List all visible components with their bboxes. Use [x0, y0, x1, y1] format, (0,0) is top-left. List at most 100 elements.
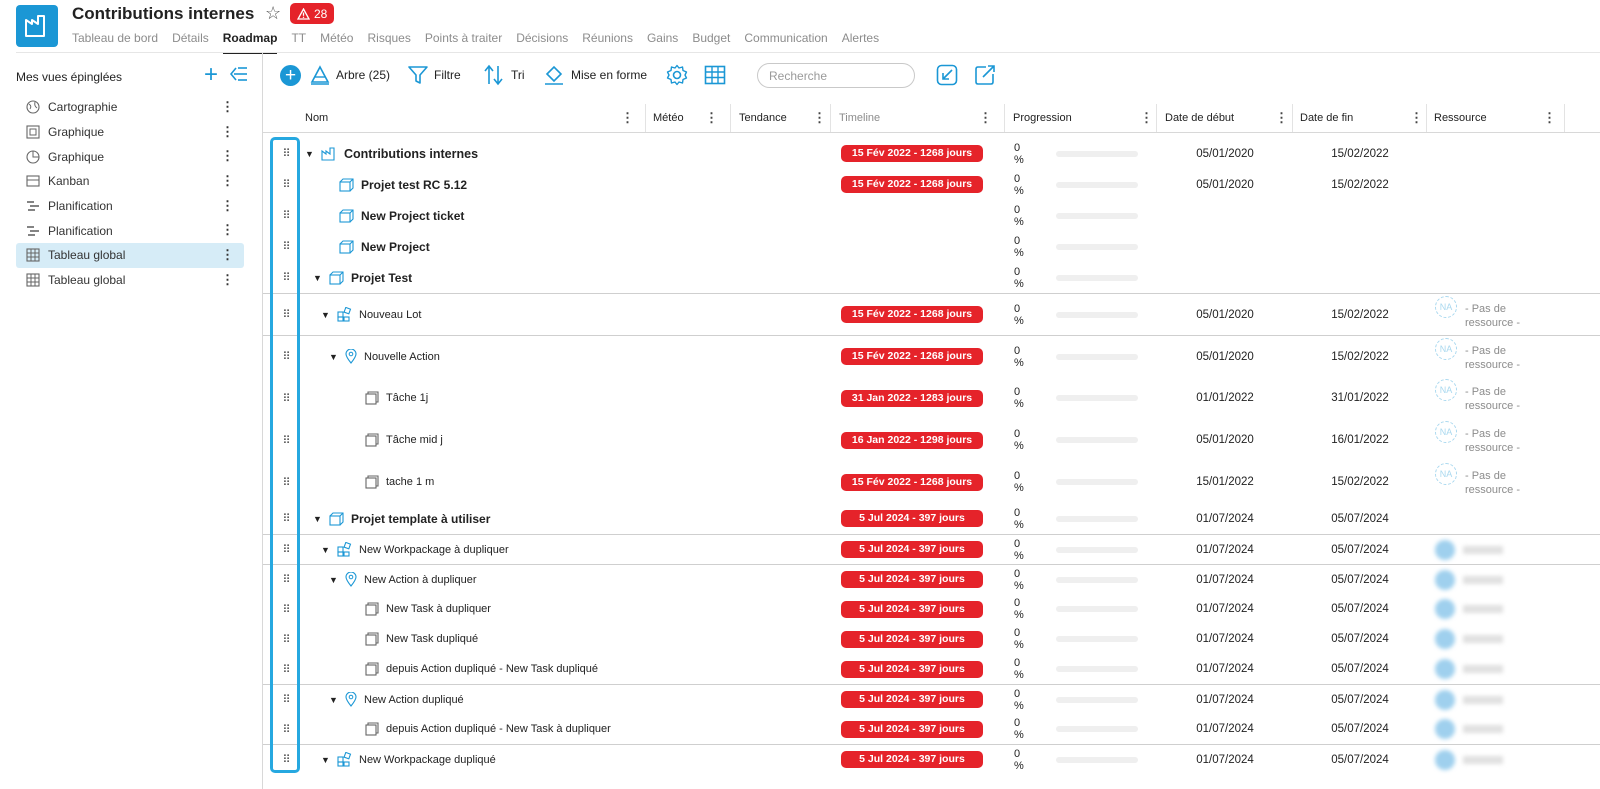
tab-budget[interactable]: Budget: [692, 31, 730, 49]
column-header-date-fin[interactable]: Date de fin ⋮: [1300, 104, 1428, 132]
row-name-cell[interactable]: ▼ Nouveau Lot: [321, 294, 421, 335]
sidebar-item-planification[interactable]: Planification ⋮: [16, 218, 244, 243]
resource-cell[interactable]: [1435, 570, 1503, 590]
table-row[interactable]: ⠿ ▼ Nouveau Lot 15 Fév 2022 - 1268 jours 0 %…: [263, 293, 1600, 335]
resource-cell[interactable]: NA - Pas de ressource -: [1435, 463, 1555, 497]
more-options-icon[interactable]: ⋮: [221, 173, 234, 189]
timeline-badge[interactable]: 16 Jan 2022 - 1298 jours: [841, 431, 983, 449]
drag-handle-icon[interactable]: ⠿: [279, 654, 293, 684]
row-name-cell[interactable]: ▼ New Action dupliqué: [329, 685, 464, 714]
alert-badge[interactable]: 28: [290, 3, 335, 24]
filter-button[interactable]: Filtre: [408, 60, 461, 90]
more-options-icon[interactable]: ⋮: [221, 124, 234, 140]
row-name-cell[interactable]: ▼ Contributions internes: [305, 138, 478, 169]
drag-handle-icon[interactable]: ⠿: [279, 294, 293, 335]
sidebar-item-tableau-global[interactable]: Tableau global ⋮: [16, 268, 244, 293]
add-view-icon[interactable]: +: [204, 63, 218, 87]
table-row[interactable]: ⠿ ▼ New Workpackage dupliqué 5 Jul 2024 - 3…: [263, 744, 1600, 774]
table-view-button[interactable]: [704, 60, 726, 90]
row-name-cell[interactable]: ▼ Projet Test: [313, 262, 412, 293]
timeline-badge[interactable]: 15 Fév 2022 - 1268 jours: [841, 473, 983, 491]
drag-handle-icon[interactable]: ⠿: [279, 685, 293, 714]
drag-handle-icon[interactable]: ⠿: [279, 138, 293, 169]
expand-caret-icon[interactable]: ▼: [329, 575, 338, 585]
timeline-badge[interactable]: 31 Jan 2022 - 1283 jours: [841, 389, 983, 407]
resource-cell[interactable]: [1435, 599, 1503, 619]
collapse-sidebar-icon[interactable]: [229, 66, 248, 85]
column-menu-icon[interactable]: ⋮: [1275, 110, 1288, 126]
more-options-icon[interactable]: ⋮: [221, 198, 234, 214]
column-header-ressource[interactable]: Ressource ⋮: [1434, 104, 1561, 132]
more-options-icon[interactable]: ⋮: [221, 272, 234, 288]
column-header-meteo[interactable]: Météo ⋮: [653, 104, 723, 132]
row-name-cell[interactable]: tache 1 m: [349, 461, 434, 503]
timeline-badge[interactable]: 15 Fév 2022 - 1268 jours: [841, 145, 983, 162]
table-row[interactable]: ⠿ ▼ New Action dupliqué 5 Jul 2024 - 397 jo…: [263, 684, 1600, 714]
tree-button[interactable]: Arbre (25): [310, 60, 390, 90]
timeline-badge[interactable]: 5 Jul 2024 - 397 jours: [841, 660, 983, 678]
drag-handle-icon[interactable]: ⠿: [279, 535, 293, 564]
add-button[interactable]: +: [280, 60, 301, 90]
resource-cell[interactable]: NA - Pas de ressource -: [1435, 421, 1555, 455]
expand-caret-icon[interactable]: ▼: [321, 755, 330, 765]
row-name-cell[interactable]: depuis Action dupliqué - New Task dupliq…: [349, 654, 598, 684]
timeline-badge[interactable]: 5 Jul 2024 - 397 jours: [841, 630, 983, 648]
drag-handle-icon[interactable]: ⠿: [279, 503, 293, 534]
drag-handle-icon[interactable]: ⠿: [279, 377, 293, 419]
tab-risques[interactable]: Risques: [367, 31, 410, 49]
resource-cell[interactable]: NA - Pas de ressource -: [1435, 338, 1555, 372]
sidebar-item-cartographie[interactable]: Cartographie ⋮: [16, 95, 244, 120]
tab-details[interactable]: Détails: [172, 31, 209, 49]
more-options-icon[interactable]: ⋮: [221, 99, 234, 115]
resource-cell[interactable]: NA - Pas de ressource -: [1435, 296, 1555, 330]
column-menu-icon[interactable]: ⋮: [705, 110, 718, 126]
star-icon[interactable]: ☆: [265, 3, 281, 24]
drag-handle-icon[interactable]: ⠿: [279, 745, 293, 774]
column-menu-icon[interactable]: ⋮: [979, 110, 992, 126]
column-header-progression[interactable]: Progression ⋮: [1013, 104, 1158, 132]
timeline-badge[interactable]: 15 Fév 2022 - 1268 jours: [841, 306, 983, 323]
column-header-timeline[interactable]: Timeline ⋮: [839, 104, 997, 132]
column-header-date-debut[interactable]: Date de début ⋮: [1165, 104, 1293, 132]
table-row[interactable]: ⠿ ▼ Contributions internes 15 Fév 2022 - 12…: [263, 138, 1600, 169]
sidebar-item-graphique[interactable]: Graphique ⋮: [16, 144, 244, 169]
tab-communication[interactable]: Communication: [744, 31, 827, 49]
timeline-badge[interactable]: 15 Fév 2022 - 1268 jours: [841, 348, 983, 365]
row-name-cell[interactable]: New Task à dupliquer: [349, 594, 491, 624]
format-button[interactable]: Mise en forme: [543, 60, 647, 90]
resource-cell[interactable]: [1435, 690, 1503, 710]
tab-tt[interactable]: TT: [291, 31, 306, 49]
column-header-nom[interactable]: Nom ⋮: [305, 104, 639, 132]
timeline-badge[interactable]: 5 Jul 2024 - 397 jours: [841, 510, 983, 527]
expand-caret-icon[interactable]: ▼: [321, 310, 330, 320]
tab-decisions[interactable]: Décisions: [516, 31, 568, 49]
settings-button[interactable]: [666, 60, 688, 90]
resource-cell[interactable]: [1435, 750, 1503, 770]
table-row[interactable]: ⠿ ▼ Nouvelle Action 15 Fév 2022 - 1268 jour…: [263, 335, 1600, 377]
more-options-icon[interactable]: ⋮: [221, 247, 234, 263]
timeline-badge[interactable]: 5 Jul 2024 - 397 jours: [841, 720, 983, 738]
column-menu-icon[interactable]: ⋮: [621, 110, 634, 126]
drag-handle-icon[interactable]: ⠿: [279, 200, 293, 231]
drag-handle-icon[interactable]: ⠿: [279, 419, 293, 461]
row-name-cell[interactable]: ▼ New Workpackage à dupliquer: [321, 535, 509, 564]
row-name-cell[interactable]: Tâche 1j: [349, 377, 428, 419]
timeline-badge[interactable]: 5 Jul 2024 - 397 jours: [841, 571, 983, 588]
sidebar-item-kanban[interactable]: Kanban ⋮: [16, 169, 244, 194]
table-row[interactable]: ⠿ depuis Action dupliqué - New Task dupli…: [263, 654, 1600, 684]
column-header-tendance[interactable]: Tendance ⋮: [739, 104, 831, 132]
timeline-badge[interactable]: 5 Jul 2024 - 397 jours: [841, 691, 983, 708]
row-name-cell[interactable]: ▼ New Workpackage dupliqué: [321, 745, 496, 774]
sort-button[interactable]: Tri: [483, 60, 525, 90]
drag-handle-icon[interactable]: ⠿: [279, 624, 293, 654]
tab-tableau-de-bord[interactable]: Tableau de bord: [72, 31, 158, 49]
row-name-cell[interactable]: Projet test RC 5.12: [323, 169, 467, 200]
tab-points-a-traiter[interactable]: Points à traiter: [425, 31, 502, 49]
row-name-cell[interactable]: New Project: [323, 231, 430, 262]
drag-handle-icon[interactable]: ⠿: [279, 565, 293, 594]
sidebar-item-graphique[interactable]: Graphique ⋮: [16, 120, 244, 145]
search-input[interactable]: [757, 63, 915, 88]
tab-alertes[interactable]: Alertes: [842, 31, 879, 49]
drag-handle-icon[interactable]: ⠿: [279, 336, 293, 377]
table-row[interactable]: ⠿ ▼ Projet Test 0 %: [263, 262, 1600, 293]
